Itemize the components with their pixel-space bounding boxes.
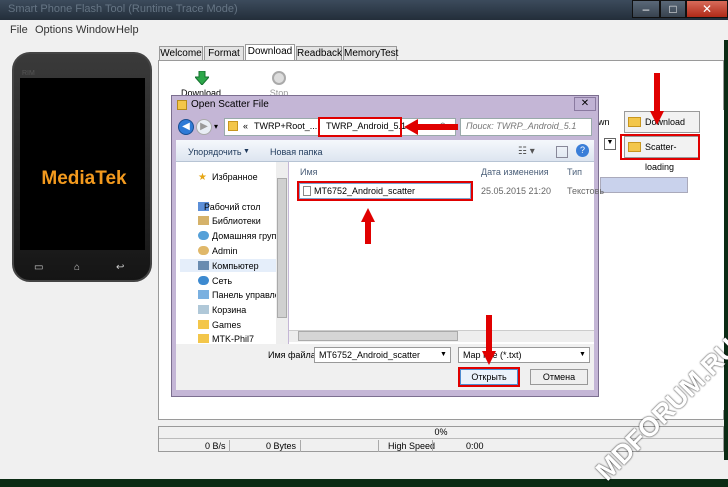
annotation-box-scatter	[620, 134, 700, 160]
nav-scrollbar-thumb[interactable]	[277, 178, 287, 318]
new-folder-button[interactable]: Новая папка	[270, 147, 322, 157]
nav-item-computer[interactable]: Компьютер	[212, 261, 259, 271]
search-placeholder: Поиск: TWRP_Android_5.1	[466, 121, 577, 131]
desktop-background	[724, 40, 728, 460]
computer-icon	[198, 261, 209, 270]
nav-item-network[interactable]: Сеть	[212, 276, 232, 286]
chevron-down-icon: ▼	[243, 148, 250, 155]
close-window-button[interactable]: ✕	[686, 0, 728, 18]
status-bytes: 0 Bytes	[266, 441, 297, 451]
tab-format[interactable]: Format	[204, 46, 244, 61]
annotation-arrow-down	[650, 73, 664, 125]
status-time: 0:00	[466, 441, 484, 451]
library-icon	[198, 216, 209, 225]
nav-item-libraries[interactable]: Библиотеки	[212, 216, 261, 226]
status-separator	[229, 440, 230, 452]
title-bar: Smart Phone Flash Tool (Runtime Trace Mo…	[0, 0, 728, 20]
tab-memorytest[interactable]: MemoryTest	[343, 46, 398, 61]
menu-options[interactable]: Options	[35, 24, 73, 36]
partial-button-label[interactable]: wn	[598, 117, 610, 127]
download-icon[interactable]	[193, 70, 211, 86]
phone-home-icon: ⌂	[74, 262, 81, 273]
help-icon[interactable]: ?	[576, 144, 589, 157]
status-separator	[432, 440, 433, 452]
preview-pane-icon[interactable]	[556, 146, 568, 158]
folder-icon	[198, 320, 209, 329]
annotation-box-folder	[318, 117, 402, 137]
annotation-arrow-down	[482, 315, 496, 365]
menu-help[interactable]: Help	[116, 24, 139, 36]
filename-label: Имя файла:	[268, 350, 319, 360]
tab-download[interactable]: Download	[245, 44, 295, 61]
menu-window[interactable]: Window	[76, 24, 115, 36]
recycle-bin-icon	[198, 305, 209, 314]
column-header-type[interactable]: Тип	[567, 167, 582, 177]
dialog-title: Open Scatter File	[191, 99, 269, 110]
forward-arrow-icon[interactable]: ▶	[196, 119, 212, 135]
maximize-button[interactable]: □	[660, 0, 686, 18]
menu-bar: File Options Window Help	[0, 20, 728, 40]
tab-welcome[interactable]: Welcome	[159, 46, 203, 61]
nav-item-favorites[interactable]: Избранное	[212, 172, 258, 182]
status-separator	[378, 440, 379, 452]
stop-icon[interactable]	[272, 71, 286, 85]
status-mode: High Speed	[388, 441, 436, 451]
status-speed: 0 B/s	[205, 441, 226, 451]
annotation-box-file	[297, 181, 473, 201]
file-type: Текстовь	[567, 186, 605, 196]
minimize-button[interactable]: –	[632, 0, 660, 18]
annotation-arrow-left	[404, 119, 458, 135]
filetype-select[interactable]: Map File (*.txt)	[458, 347, 590, 363]
dialog-close-button[interactable]: ✕	[574, 97, 596, 111]
nav-item-control-panel[interactable]: Панель управле	[212, 290, 280, 300]
nav-item-homegroup[interactable]: Домашняя груп	[212, 231, 276, 241]
star-icon: ★	[198, 172, 207, 183]
network-icon	[198, 276, 209, 285]
nav-item-recycle-bin[interactable]: Корзина	[212, 305, 246, 315]
folder-icon	[628, 117, 641, 127]
control-panel-icon	[198, 290, 209, 299]
column-header-date[interactable]: Дата изменения	[481, 167, 549, 177]
nav-item-games[interactable]: Games	[212, 320, 241, 330]
nav-item-mtk[interactable]: MTK-Phil7	[212, 334, 254, 344]
tab-readback[interactable]: Readback	[296, 46, 342, 61]
homegroup-icon	[198, 231, 209, 240]
phone-screen	[20, 78, 145, 250]
status-separator	[300, 440, 301, 452]
annotation-box-open	[458, 367, 520, 387]
phone-top-label: RIM	[22, 70, 35, 77]
menu-file[interactable]: File	[10, 24, 28, 36]
horizontal-scrollbar-thumb[interactable]	[298, 331, 458, 341]
folder-icon	[198, 334, 209, 343]
phone-back-icon: ↩	[116, 262, 125, 273]
back-arrow-icon[interactable]: ◀	[178, 119, 194, 135]
column-header-name[interactable]: Имя	[300, 167, 318, 177]
brand-logo: MediaTek	[41, 168, 127, 189]
dropdown-arrow-icon[interactable]: ▼	[604, 138, 616, 150]
phone-menu-icon: ▭	[34, 262, 44, 273]
dialog-folder-icon	[177, 100, 187, 110]
breadcrumb-twrp-root[interactable]: TWRP+Root_...	[254, 121, 317, 131]
file-date: 25.05.2015 21:20	[481, 186, 552, 196]
address-prefix: «	[243, 121, 249, 131]
organize-button[interactable]: Упорядочить	[188, 147, 242, 157]
window-title: Smart Phone Flash Tool (Runtime Trace Mo…	[8, 3, 238, 15]
nav-item-admin[interactable]: Admin	[212, 246, 238, 256]
list-header-strip	[600, 177, 688, 193]
nav-item-desktop[interactable]: Рабочий стол	[204, 202, 261, 212]
chevron-down-icon[interactable]: ▼	[440, 351, 447, 358]
address-folder-icon	[228, 121, 238, 131]
cancel-button[interactable]: Отмена	[530, 369, 588, 385]
chevron-down-icon[interactable]: ▼	[579, 351, 586, 358]
history-dropdown-icon[interactable]: ▾	[214, 122, 218, 131]
user-icon	[198, 246, 209, 255]
view-options-icon[interactable]: ☷ ▾	[518, 146, 535, 157]
annotation-arrow-up	[361, 208, 375, 244]
filename-input[interactable]: MT6752_Android_scatter	[314, 347, 451, 363]
